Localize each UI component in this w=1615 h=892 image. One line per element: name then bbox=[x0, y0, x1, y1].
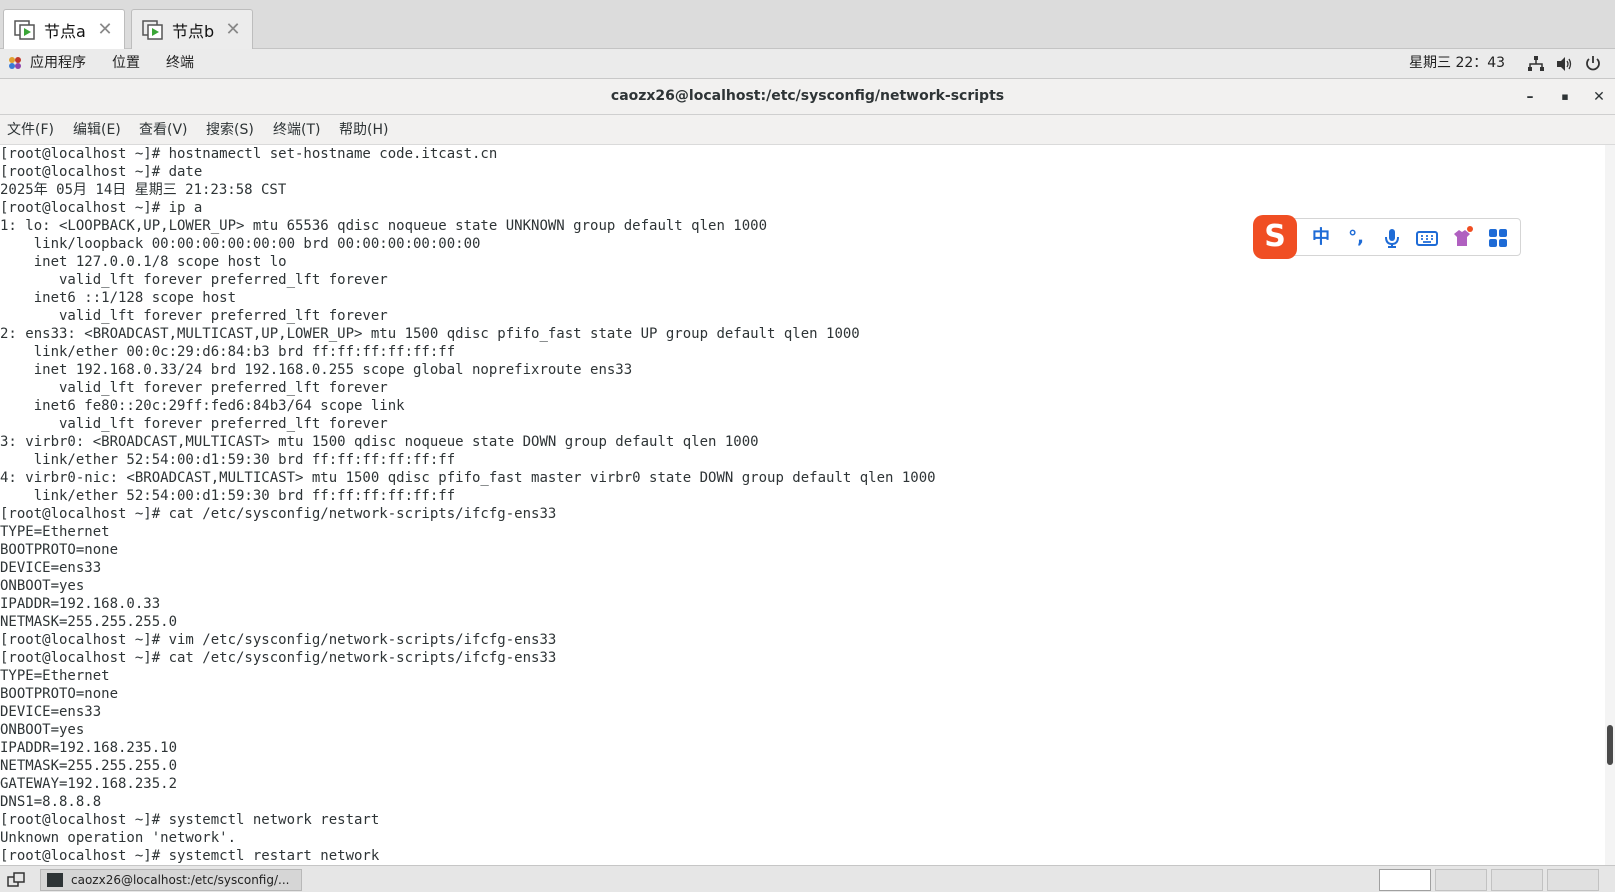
terminal-line: IPADDR=192.168.235.10 bbox=[0, 740, 178, 756]
mic-icon[interactable] bbox=[1380, 226, 1404, 250]
workspace-4[interactable] bbox=[1547, 869, 1599, 891]
terminal-line: ONBOOT=yes bbox=[0, 578, 85, 594]
terminal-line: IPADDR=192.168.0.33 bbox=[0, 596, 161, 612]
terminal-line: [root@localhost ~]# ip a bbox=[0, 200, 203, 216]
vm-tab-label: 节点b bbox=[172, 21, 215, 41]
menu-search[interactable]: 搜索(S) bbox=[206, 115, 254, 145]
vm-tab-strip: 节点a ✕ 节点b ✕ bbox=[0, 0, 1615, 49]
ime-punctuation[interactable]: °, bbox=[1344, 226, 1368, 250]
terminal-line: [root@localhost ~]# systemctl restart ne… bbox=[0, 848, 380, 864]
menu-file[interactable]: 文件(F) bbox=[7, 115, 54, 145]
terminal-line: link/ether 52:54:00:d1:59:30 brd ff:ff:f… bbox=[0, 452, 456, 468]
vm-console-icon bbox=[142, 19, 163, 40]
applications-icon bbox=[9, 57, 21, 69]
terminal-line: valid_lft forever preferred_lft forever bbox=[0, 380, 388, 396]
close-button[interactable]: ✕ bbox=[1589, 87, 1609, 107]
terminal-line: DEVICE=ens33 bbox=[0, 704, 102, 720]
terminal-line: link/ether 52:54:00:d1:59:30 brd ff:ff:f… bbox=[0, 488, 456, 504]
menu-applications[interactable]: 应用程序 bbox=[30, 49, 86, 78]
terminal-line: inet 192.168.0.33/24 brd 192.168.0.255 s… bbox=[0, 362, 633, 378]
keyboard-icon[interactable] bbox=[1415, 226, 1439, 250]
terminal-line: DNS1=8.8.8.8 bbox=[0, 794, 102, 810]
terminal-line: [root@localhost ~]# cat /etc/sysconfig/n… bbox=[0, 650, 557, 666]
terminal-line: inet6 ::1/128 scope host bbox=[0, 290, 237, 306]
close-icon[interactable]: ✕ bbox=[96, 19, 114, 40]
menu-terminal[interactable]: 终端(T) bbox=[273, 115, 320, 145]
close-icon[interactable]: ✕ bbox=[224, 19, 242, 40]
terminal-menubar: 文件(F) 编辑(E) 查看(V) 搜索(S) 终端(T) 帮助(H) bbox=[0, 115, 1615, 145]
terminal-line: 4: virbr0-nic: <BROADCAST,MULTICAST> mtu… bbox=[0, 470, 936, 486]
terminal-line: [root@localhost ~]# vim /etc/sysconfig/n… bbox=[0, 632, 557, 648]
terminal-line: valid_lft forever preferred_lft forever bbox=[0, 272, 388, 288]
apps-grid-icon[interactable] bbox=[1486, 226, 1510, 250]
menu-places[interactable]: 位置 bbox=[112, 49, 140, 78]
bottom-taskbar: caozx26@localhost:/etc/sysconfig/... bbox=[0, 865, 1615, 892]
ime-mode-chinese[interactable]: 中 bbox=[1309, 226, 1333, 250]
terminal-line: valid_lft forever preferred_lft forever bbox=[0, 308, 388, 324]
terminal-line: ONBOOT=yes bbox=[0, 722, 85, 738]
terminal-line: Unknown operation 'network'. bbox=[0, 830, 237, 846]
network-icon[interactable] bbox=[1527, 55, 1545, 73]
workspace-3[interactable] bbox=[1491, 869, 1543, 891]
ime-toolbar[interactable]: S 中 °, bbox=[1253, 215, 1521, 259]
vm-tab-label: 节点a bbox=[44, 21, 86, 41]
terminal-line: link/ether 00:0c:29:d6:84:b3 brd ff:ff:f… bbox=[0, 344, 456, 360]
terminal-line: 2025年 05月 14日 星期三 21:23:58 CST bbox=[0, 182, 287, 198]
terminal-line: BOOTPROTO=none bbox=[0, 542, 119, 558]
menu-help[interactable]: 帮助(H) bbox=[339, 115, 388, 145]
terminal-line: inet6 fe80::20c:29ff:fed6:84b3/64 scope … bbox=[0, 398, 405, 414]
terminal-line: TYPE=Ethernet bbox=[0, 524, 110, 540]
menu-view[interactable]: 查看(V) bbox=[139, 115, 188, 145]
menu-edit[interactable]: 编辑(E) bbox=[73, 115, 121, 145]
terminal-line: [root@localhost ~]# hostnamectl set-host… bbox=[0, 146, 498, 162]
terminal-line: NETMASK=255.255.255.0 bbox=[0, 614, 178, 630]
menu-terminal[interactable]: 终端 bbox=[166, 49, 194, 78]
window-title: caozx26@localhost:/etc/sysconfig/network… bbox=[610, 88, 1005, 104]
window-titlebar[interactable]: caozx26@localhost:/etc/sysconfig/network… bbox=[0, 79, 1615, 115]
terminal-line: [root@localhost ~]# cat /etc/sysconfig/n… bbox=[0, 506, 557, 522]
terminal-line: [root@localhost ~]# systemctl network re… bbox=[0, 812, 380, 828]
terminal-line: GATEWAY=192.168.235.2 bbox=[0, 776, 178, 792]
vm-tab-node-b[interactable]: 节点b ✕ bbox=[131, 9, 253, 49]
terminal-line: BOOTPROTO=none bbox=[0, 686, 119, 702]
vm-tab-node-a[interactable]: 节点a ✕ bbox=[3, 9, 125, 49]
volume-icon[interactable] bbox=[1555, 55, 1573, 73]
clock[interactable]: 星期三 22：43 bbox=[1409, 49, 1505, 78]
ime-logo[interactable]: S bbox=[1253, 215, 1297, 259]
terminal-line: TYPE=Ethernet bbox=[0, 668, 110, 684]
terminal-line: DEVICE=ens33 bbox=[0, 560, 102, 576]
vm-console-icon bbox=[14, 19, 35, 40]
terminal-line: 2: ens33: <BROADCAST,MULTICAST,UP,LOWER_… bbox=[0, 326, 860, 342]
terminal-line: 3: virbr0: <BROADCAST,MULTICAST> mtu 150… bbox=[0, 434, 759, 450]
terminal-line: [root@localhost ~]# date bbox=[0, 164, 203, 180]
workspace-1[interactable] bbox=[1379, 869, 1431, 891]
power-icon[interactable] bbox=[1584, 55, 1602, 73]
terminal-scrollbar[interactable] bbox=[1605, 145, 1615, 865]
terminal-icon bbox=[47, 873, 63, 887]
show-desktop-icon[interactable] bbox=[6, 871, 28, 888]
skin-icon[interactable] bbox=[1450, 226, 1474, 250]
maximize-button[interactable]: ▪ bbox=[1555, 87, 1575, 107]
taskbar-item-label: caozx26@localhost:/etc/sysconfig/... bbox=[71, 873, 290, 887]
terminal-line: NETMASK=255.255.255.0 bbox=[0, 758, 178, 774]
scrollbar-thumb[interactable] bbox=[1607, 725, 1613, 765]
gnome-top-bar: 应用程序 位置 终端 星期三 22：43 bbox=[0, 49, 1615, 79]
workspace-2[interactable] bbox=[1435, 869, 1487, 891]
minimize-button[interactable]: – bbox=[1520, 87, 1540, 107]
terminal-line: valid_lft forever preferred_lft forever bbox=[0, 416, 388, 432]
taskbar-window-item[interactable]: caozx26@localhost:/etc/sysconfig/... bbox=[40, 869, 302, 891]
